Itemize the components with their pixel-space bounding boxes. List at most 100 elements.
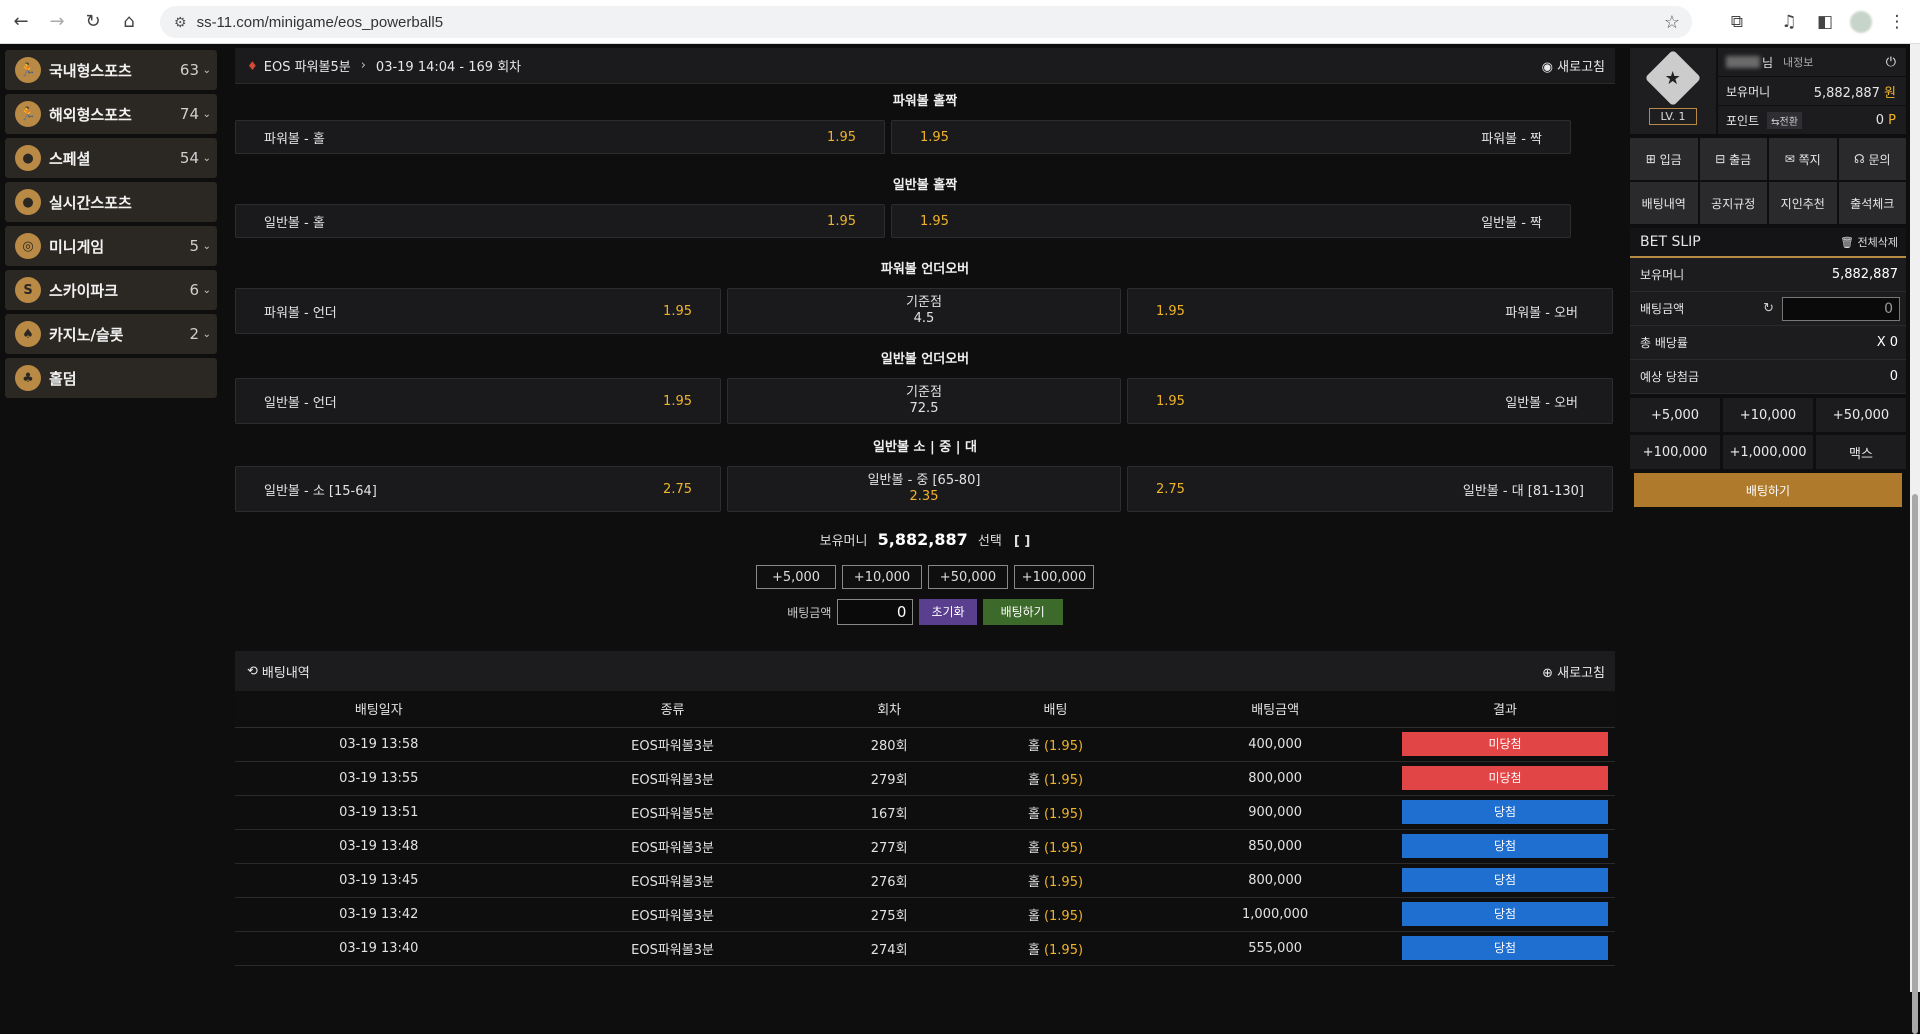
bet-option-nb-large[interactable]: 2.75 일반볼 - 대 [81-130] (1127, 466, 1613, 512)
sidebar-item-live-sports[interactable]: ● 실시간스포츠 (5, 182, 217, 222)
point-convert-button[interactable]: ⇆전환 (1767, 111, 1802, 129)
referral-button[interactable]: 지인추천 (1769, 182, 1837, 224)
chip-50000-button[interactable]: +50,000 (928, 565, 1008, 589)
slip-add-100000-button[interactable]: +100,000 (1630, 435, 1720, 469)
bookmark-star-icon[interactable]: ☆ (1664, 12, 1680, 33)
cell-amount: 850,000 (1155, 829, 1395, 864)
pick-label: 홀 (1027, 840, 1040, 856)
table-row: 03-19 13:48 EOS파워볼3분 277회 홀 (1.95) 850,000 당첨 (235, 829, 1615, 864)
deposit-button[interactable]: ⊞ 입금 (1630, 138, 1698, 180)
cell-type: EOS파워볼3분 (522, 761, 823, 796)
slip-amount-input[interactable]: 0 (1782, 296, 1900, 321)
selection-value: [ ] (1013, 534, 1031, 549)
slip-bet-button[interactable]: 배팅하기 (1634, 473, 1902, 507)
sidebar-item-overseas-sports[interactable]: 🏃 해외형스포츠 74 ⌄ (5, 94, 217, 134)
pick-odds: (1.95) (1043, 908, 1084, 924)
pick-odds: (1.95) (1043, 806, 1084, 822)
bet-history-button[interactable]: 배팅내역 (1630, 182, 1698, 224)
reload-icon[interactable]: ↻ (78, 7, 108, 37)
table-row: 03-19 13:55 EOS파워볼3분 279회 홀 (1.95) 800,000 미당첨 (235, 761, 1615, 796)
page-scrollbar[interactable] (1910, 44, 1920, 1034)
message-button[interactable]: ✉ 쪽지 (1769, 138, 1837, 180)
section-title: 파워볼 홀짝 (892, 94, 958, 109)
chip-10000-button[interactable]: +10,000 (842, 565, 922, 589)
cell-type: EOS파워볼3분 (522, 897, 823, 932)
cell-round: 275회 (822, 897, 956, 932)
bet-option-pb-odd[interactable]: 파워볼 - 홀 1.95 (235, 120, 885, 154)
history-refresh-button[interactable]: ⊕ 새로고침 (1542, 662, 1605, 681)
site-settings-icon[interactable]: ⚙ (174, 14, 187, 31)
cell-result: 당첨 (1395, 795, 1615, 830)
bet-amount-input[interactable]: 0 (837, 599, 914, 625)
inquiry-button[interactable]: ☊ 문의 (1838, 138, 1906, 180)
trash-icon: 🗑 (1840, 236, 1855, 249)
clear-all-button[interactable]: 🗑 전체삭제 (1840, 234, 1898, 250)
main-content: ♦ EOS 파워볼5분 › 03-19 14:04 - 169 회차 ◉ 새로고… (235, 48, 1615, 966)
sidebar-item-special[interactable]: ● 스페셜 54 ⌄ (5, 138, 217, 178)
sidebar-item-skypark[interactable]: S 스카이파크 6 ⌄ (5, 270, 217, 310)
section-title: 일반볼 소 | 중 | 대 (873, 440, 977, 455)
game-round: 03-19 14:04 - 169 회차 (375, 60, 522, 75)
slip-add-50000-button[interactable]: +50,000 (1816, 398, 1906, 432)
cell-amount: 900,000 (1155, 795, 1395, 830)
sidebar-item-holdem[interactable]: ♣ 홀덤 (5, 358, 217, 398)
bet-option-pb-over[interactable]: 1.95 파워볼 - 오버 (1127, 288, 1613, 334)
back-icon[interactable]: ← (6, 7, 36, 37)
extensions-icon[interactable]: ⧉ (1722, 7, 1752, 37)
slip-add-5000-button[interactable]: +5,000 (1630, 398, 1720, 432)
cell-result: 미당첨 (1395, 727, 1615, 762)
bet-option-nb-even[interactable]: 1.95 일반볼 - 짝 (891, 204, 1571, 238)
sidepanel-icon[interactable]: ◧ (1810, 7, 1840, 37)
cell-date: 03-19 13:58 (235, 727, 523, 762)
chevron-down-icon: ⌄ (202, 328, 211, 340)
cell-pick: 홀 (1.95) (955, 727, 1156, 762)
place-bet-button[interactable]: 배팅하기 (982, 599, 1063, 625)
bet-option-nb-small[interactable]: 일반볼 - 소 [15-64] 2.75 (235, 466, 721, 512)
attendance-button[interactable]: 출석체크 (1838, 182, 1906, 224)
bet-option-pb-under[interactable]: 파워볼 - 언더 1.95 (235, 288, 721, 334)
sidebar-item-domestic-sports[interactable]: 🏃 국내형스포츠 63 ⌄ (5, 50, 217, 90)
refresh-icon[interactable]: ↻ (1763, 301, 1774, 316)
quick-menu: ⊞ 입금 ⊟ 출금 ✉ 쪽지 ☊ 문의 배팅내역 공지규정 지인추천 출석체크 (1630, 138, 1906, 224)
profile-avatar[interactable] (1846, 7, 1876, 37)
header-refresh-button[interactable]: ◉ 새로고침 (1542, 56, 1605, 75)
slip-add-10000-button[interactable]: +10,000 (1723, 398, 1813, 432)
more-menu-icon[interactable]: ⋮ (1882, 7, 1912, 37)
bet-option-pb-even[interactable]: 1.95 파워볼 - 짝 (891, 120, 1571, 154)
reset-button[interactable]: 초기화 (919, 599, 977, 625)
notice-button[interactable]: 공지규정 (1699, 182, 1767, 224)
address-bar[interactable]: ⚙ ss-11.com/minigame/eos_powerball5 ☆ (160, 6, 1692, 38)
result-badge: 당첨 (1402, 868, 1608, 892)
balance-value: 5,882,887 (877, 530, 968, 549)
bet-option-nb-odd[interactable]: 일반볼 - 홀 1.95 (235, 204, 885, 238)
chip-100000-button[interactable]: +100,000 (1014, 565, 1094, 589)
bet-option-nb-medium[interactable]: 일반볼 - 중 [65-80] 2.35 (727, 466, 1121, 512)
bet-option-nb-under[interactable]: 일반볼 - 언더 1.95 (235, 378, 721, 424)
media-icon[interactable]: ♫ (1774, 7, 1804, 37)
pick-odds: (1.95) (1043, 772, 1084, 788)
cell-round: 280회 (822, 727, 956, 762)
chip-5000-button[interactable]: +5,000 (756, 565, 836, 589)
cell-amount: 800,000 (1155, 761, 1395, 796)
cell-round: 167회 (822, 795, 956, 830)
scrollbar-thumb[interactable] (1912, 494, 1918, 1034)
forward-icon[interactable]: → (42, 7, 72, 37)
game-name: EOS 파워볼5분 (263, 60, 351, 75)
slip-add-1000000-button[interactable]: +1,000,000 (1723, 435, 1813, 469)
home-icon[interactable]: ⌂ (114, 7, 144, 37)
slip-max-button[interactable]: 맥스 (1816, 435, 1906, 469)
chevron-right-icon: › (360, 58, 366, 73)
history-header: ⟲ 배팅내역 ⊕ 새로고침 (235, 651, 1615, 691)
pick-odds: (1.95) (1043, 738, 1084, 754)
sidebar-item-casino-slot[interactable]: ♠ 카지노/슬롯 2 ⌄ (5, 314, 217, 354)
bet-option-nb-over[interactable]: 1.95 일반볼 - 오버 (1127, 378, 1613, 424)
amount-row: 배팅금액 0 초기화 배팅하기 (235, 599, 1615, 625)
myinfo-link[interactable]: 내정보 (1783, 54, 1813, 70)
chevron-down-icon: ⌄ (202, 240, 211, 252)
pick-label: 홀 (1027, 942, 1040, 958)
power-icon[interactable]: ⏻ (1886, 55, 1896, 70)
runner-icon: 🏃 (15, 101, 41, 127)
sidebar-item-minigame[interactable]: ◎ 미니게임 5 ⌄ (5, 226, 217, 266)
withdraw-button[interactable]: ⊟ 출금 (1699, 138, 1767, 180)
user-name (1726, 56, 1760, 68)
